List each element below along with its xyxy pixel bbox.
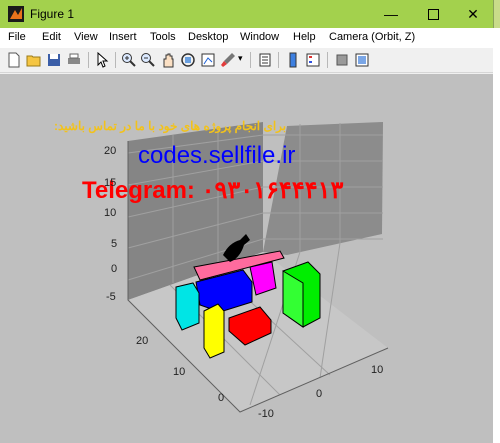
pointer-icon[interactable]: [94, 52, 110, 68]
menu-camera[interactable]: Camera (Orbit, Z): [329, 31, 415, 43]
close-button[interactable]: ✕: [453, 0, 493, 28]
link-icon[interactable]: [257, 52, 273, 68]
menu-bar: File Edit View Insert Tools Desktop Wind…: [0, 28, 493, 48]
pan-icon[interactable]: [160, 52, 176, 68]
yellow-box: [203, 303, 225, 359]
title-bar[interactable]: Figure 1 — ✕: [0, 0, 493, 28]
hide-plot-tools-icon[interactable]: [334, 52, 350, 68]
background-window-edge: [493, 28, 500, 443]
figure-canvas[interactable]: برای انجام پروژه های خود با ما در تماس ب…: [0, 74, 493, 443]
x-tick: 10: [371, 364, 384, 376]
z-tick: 15: [104, 177, 117, 189]
y-tick: 10: [173, 366, 186, 378]
z-tick: 5: [111, 238, 118, 250]
zoom-in-icon[interactable]: [121, 52, 137, 68]
menu-view[interactable]: View: [74, 31, 98, 43]
menu-file[interactable]: File: [8, 31, 26, 43]
window-title: Figure 1: [30, 7, 75, 21]
insert-legend-icon[interactable]: [305, 52, 321, 68]
minimize-button[interactable]: —: [371, 0, 411, 28]
print-icon[interactable]: [66, 52, 82, 68]
menu-insert[interactable]: Insert: [109, 31, 137, 43]
menu-help[interactable]: Help: [293, 31, 316, 43]
figure-toolbar: ▾: [0, 48, 493, 73]
menu-desktop[interactable]: Desktop: [188, 31, 228, 43]
z-tick: 10: [104, 207, 117, 219]
z-tick: -5: [106, 291, 116, 303]
toolbar-separator: [115, 52, 116, 68]
rotate-icon[interactable]: [180, 52, 196, 68]
telegram-text: Telegram: ۰۹۳۰۱۶۴۴۴۱۳: [82, 177, 344, 204]
toolbar-separator: [88, 52, 89, 68]
brush-icon[interactable]: [220, 52, 236, 68]
show-plot-tools-icon[interactable]: [354, 52, 370, 68]
new-figure-icon[interactable]: [6, 52, 22, 68]
close-icon: ✕: [467, 5, 479, 22]
persian-text: برای انجام پروژه های خود با ما در تماس ب…: [54, 119, 287, 133]
maximize-icon: [427, 8, 439, 20]
toolbar-separator: [250, 52, 251, 68]
brush-dropdown-icon[interactable]: ▾: [238, 53, 243, 64]
site-text: codes.sellfile.ir: [138, 142, 296, 169]
open-file-icon[interactable]: [26, 52, 42, 68]
data-cursor-icon[interactable]: [200, 52, 216, 68]
menu-edit[interactable]: Edit: [42, 31, 61, 43]
menu-window[interactable]: Window: [240, 31, 279, 43]
save-icon[interactable]: [46, 52, 62, 68]
maximize-button[interactable]: [413, 0, 453, 28]
menu-tools[interactable]: Tools: [150, 31, 176, 43]
z-tick: 20: [104, 145, 117, 157]
zoom-out-icon[interactable]: [140, 52, 156, 68]
y-tick: 0: [218, 392, 225, 404]
figure-window: Figure 1 — ✕ File Edit View Insert Tools…: [0, 0, 494, 443]
toolbar-separator: [278, 52, 279, 68]
cyan-box: [175, 282, 200, 331]
matlab-icon: [8, 6, 24, 22]
x-tick: 0: [316, 388, 323, 400]
toolbar-separator: [327, 52, 328, 68]
minimize-icon: —: [384, 6, 398, 22]
insert-colorbar-icon[interactable]: [285, 52, 301, 68]
y-tick: -10: [258, 408, 274, 420]
y-tick: 20: [136, 335, 149, 347]
z-tick: 0: [111, 263, 118, 275]
